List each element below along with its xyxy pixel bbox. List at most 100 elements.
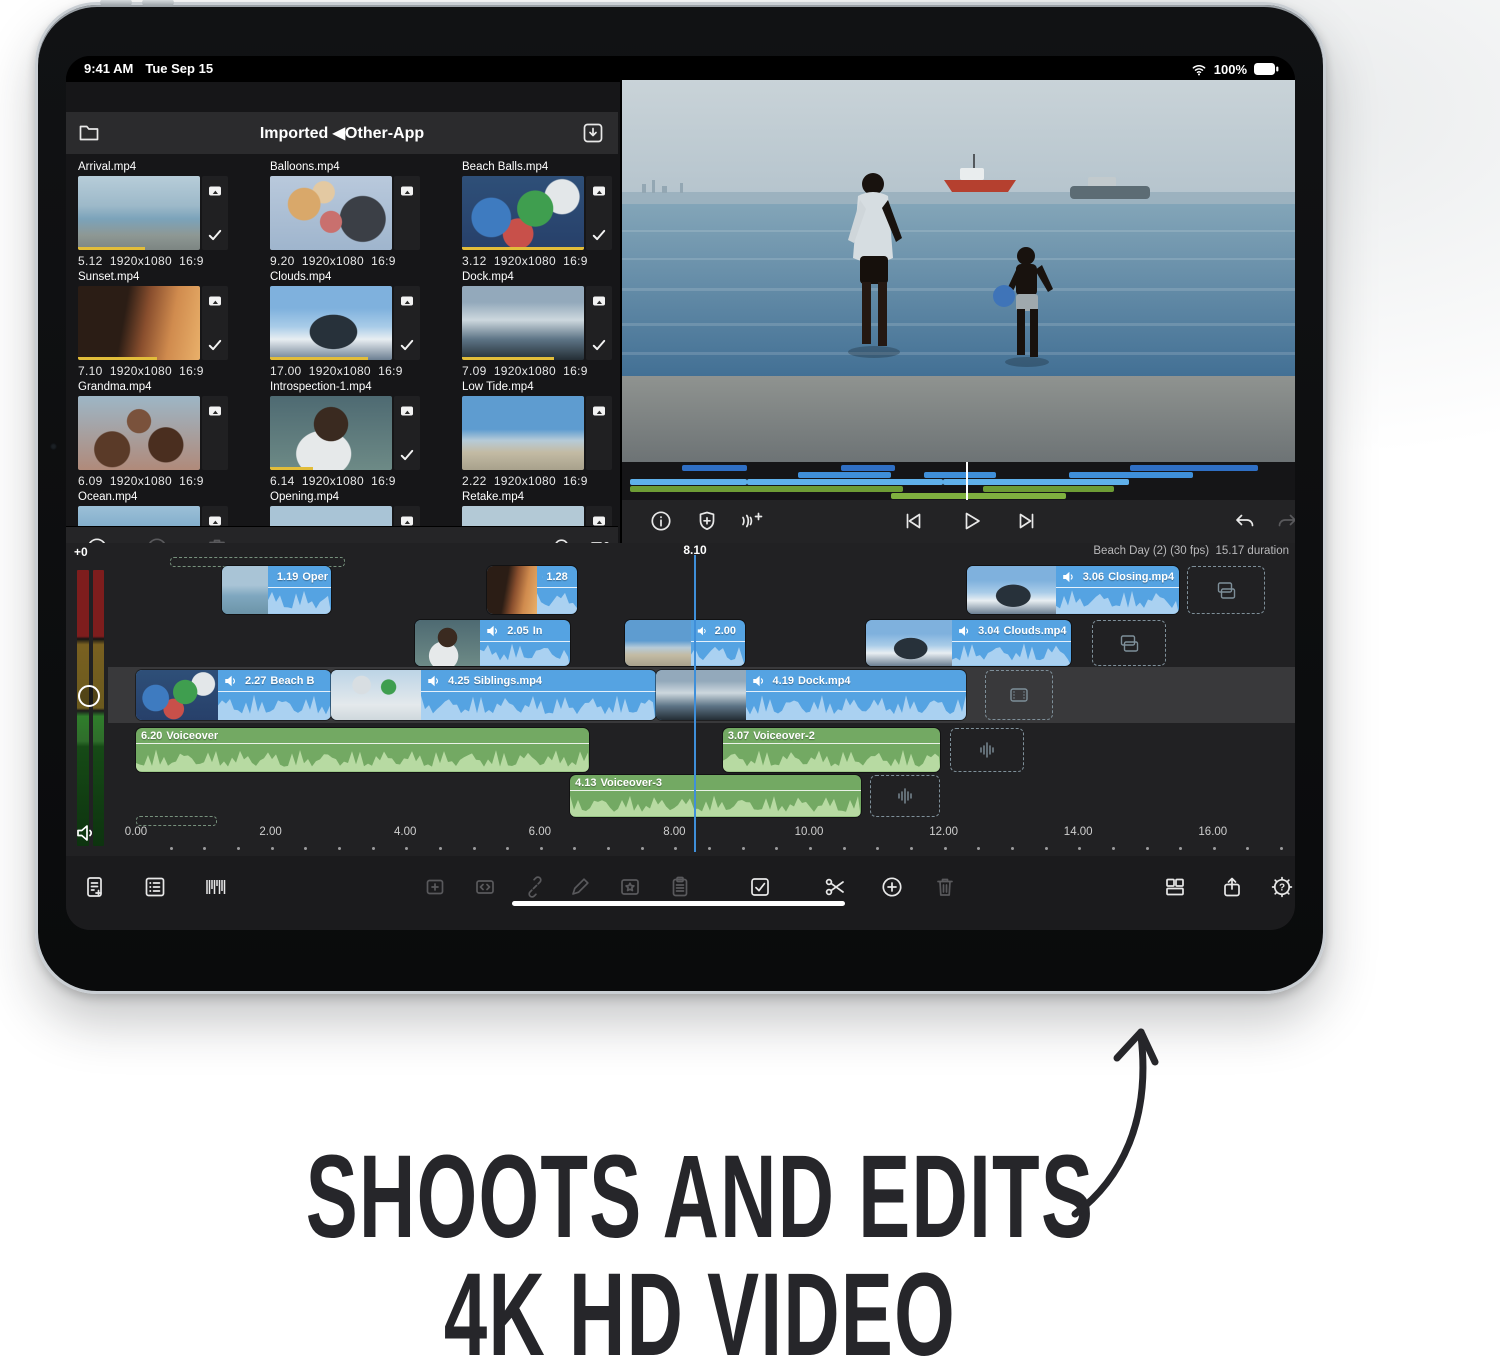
library-clip[interactable]: Balloons.mp4 9.20 1920x1080 16:9 xyxy=(270,161,452,268)
skip-forward-button[interactable] xyxy=(1012,506,1042,536)
link-button[interactable] xyxy=(520,872,550,902)
overview-playhead[interactable] xyxy=(966,462,968,500)
clip-thumbnail[interactable] xyxy=(270,506,392,526)
master-volume-icon[interactable] xyxy=(74,821,98,850)
clip-rail xyxy=(586,176,612,250)
tracks-button[interactable] xyxy=(200,872,230,902)
library-clip[interactable]: Arrival.mp4 5.12 1920x1080 16:9 xyxy=(78,161,260,268)
video-preview[interactable] xyxy=(622,80,1295,462)
timeline-clip-video[interactable]: 2.05In xyxy=(415,620,570,666)
timeline-placeholder[interactable] xyxy=(1092,620,1166,666)
timeline-clip-video[interactable]: 2.27Beach B xyxy=(136,670,331,720)
trash-button[interactable] xyxy=(930,872,960,902)
media-badge-icon xyxy=(206,292,224,310)
timeline-clip-video[interactable]: 4.19Dock.mp4 xyxy=(656,670,966,720)
add-circle-button[interactable] xyxy=(877,872,907,902)
overview-segment xyxy=(630,486,903,492)
add-square-button[interactable] xyxy=(420,872,450,902)
timeline-clip-video[interactable]: 1.28 xyxy=(487,566,577,614)
timeline-placeholder[interactable] xyxy=(950,728,1024,772)
timeline-clip-video[interactable]: 3.06Closing.mp4 xyxy=(967,566,1179,614)
clip-thumbnail[interactable] xyxy=(78,286,200,360)
layout-button[interactable] xyxy=(1160,872,1190,902)
pencil-button[interactable] xyxy=(565,872,595,902)
library-clip[interactable]: Grandma.mp4 6.09 1920x1080 16:9 xyxy=(78,381,260,488)
speaker-mini-icon xyxy=(542,568,543,586)
skip-forward-icon xyxy=(1015,509,1039,533)
home-indicator[interactable] xyxy=(512,901,845,906)
library-clip[interactable]: Clouds.mp4 17.00 1920x1080 16:9 xyxy=(270,271,452,378)
speaker-mini-icon xyxy=(223,672,241,690)
clip-rail xyxy=(394,396,420,470)
clip-thumbnail[interactable] xyxy=(78,506,200,526)
library-clip[interactable]: Opening.mp4 xyxy=(270,491,452,526)
clip-name: Siblings.mp4 xyxy=(474,675,542,687)
transition-button[interactable] xyxy=(470,872,500,902)
library-clip[interactable]: Dock.mp4 7.09 1920x1080 16:9 xyxy=(462,271,618,378)
clipboard-button[interactable] xyxy=(665,872,695,902)
timeline-clip-audio[interactable]: 3.07Voiceover-2 xyxy=(723,728,940,772)
play-button[interactable] xyxy=(956,506,986,536)
effects-star-button[interactable] xyxy=(615,872,645,902)
front-camera xyxy=(50,443,57,450)
clip-thumbnail[interactable] xyxy=(78,176,200,250)
clip-rail xyxy=(394,286,420,360)
timeline-placeholder[interactable] xyxy=(870,775,941,817)
speaker-mini-icon xyxy=(485,622,503,640)
skip-back-button[interactable] xyxy=(898,506,928,536)
media-badge-icon xyxy=(398,512,416,526)
new-project-button[interactable] xyxy=(80,872,110,902)
status-time: 9:41 AM xyxy=(84,61,133,76)
clip-duration: 4.25 xyxy=(448,675,469,687)
scissors-button[interactable] xyxy=(820,872,850,902)
info-button[interactable] xyxy=(646,506,676,536)
clip-name: Clouds.mp4 xyxy=(1004,625,1067,637)
clip-thumbnail[interactable] xyxy=(270,286,392,360)
shield-plus-button[interactable] xyxy=(692,506,722,536)
share-button[interactable] xyxy=(1217,872,1247,902)
undo-button[interactable] xyxy=(1230,506,1260,536)
timeline-overview-scrubber[interactable] xyxy=(622,462,1295,500)
help-gear-button[interactable]: ? xyxy=(1267,872,1295,902)
speaker-mini-icon xyxy=(696,622,710,640)
clip-thumbnail xyxy=(656,670,746,720)
import-button[interactable] xyxy=(578,118,608,148)
library-clip[interactable]: Ocean.mp4 xyxy=(78,491,260,526)
clip-thumbnail[interactable] xyxy=(462,506,584,526)
library-clip[interactable]: Sunset.mp4 7.10 1920x1080 16:9 xyxy=(78,271,260,378)
timeline-clip-video[interactable]: 3.04Clouds.mp4 xyxy=(866,620,1071,666)
audio-add-button[interactable] xyxy=(736,506,766,536)
battery-icon xyxy=(1253,62,1279,76)
clip-duration: 4.13 xyxy=(575,777,596,789)
timeline-clip-video[interactable]: 4.25 Siblings.mp4 xyxy=(331,670,655,720)
timeline-placeholder[interactable] xyxy=(985,670,1052,720)
skip-back-icon xyxy=(901,509,925,533)
timeline-clip-audio[interactable]: 4.13Voiceover-3 xyxy=(570,775,861,817)
clip-thumbnail[interactable] xyxy=(270,176,392,250)
timeline-clip-video[interactable]: 1.19Oper xyxy=(222,566,331,614)
clip-thumbnail[interactable] xyxy=(462,396,584,470)
clip-thumbnail[interactable] xyxy=(462,286,584,360)
library-clip[interactable]: Low Tide.mp4 2.22 1920x1080 16:9 xyxy=(462,381,618,488)
project-list-button[interactable] xyxy=(140,872,170,902)
transition-icon xyxy=(473,875,497,899)
add-square-icon xyxy=(423,875,447,899)
clip-thumbnail[interactable] xyxy=(462,176,584,250)
library-clip[interactable]: Introspection-1.mp4 6.14 1920x1080 16:9 xyxy=(270,381,452,488)
timeline-clip-audio[interactable]: 6.20Voiceover xyxy=(136,728,589,772)
clip-rail xyxy=(394,506,420,526)
library-clip[interactable]: Beach Balls.mp4 3.12 1920x1080 16:9 xyxy=(462,161,618,268)
playhead[interactable] xyxy=(694,555,696,852)
select-check-button[interactable] xyxy=(745,872,775,902)
clip-metadata: 2.22 1920x1080 16:9 xyxy=(462,474,618,488)
svg-text:?: ? xyxy=(1279,883,1285,894)
timeline-clip-video[interactable]: 2.00 xyxy=(625,620,745,666)
clip-thumbnail[interactable] xyxy=(78,396,200,470)
timeline-placeholder[interactable] xyxy=(1187,566,1265,614)
volume-knob[interactable] xyxy=(78,685,100,707)
library-clip[interactable]: Retake.mp4 xyxy=(462,491,618,526)
timeline-placeholder[interactable] xyxy=(136,816,217,826)
redo-button[interactable] xyxy=(1272,506,1295,536)
clip-thumbnail[interactable] xyxy=(270,396,392,470)
overview-segment xyxy=(841,465,895,471)
